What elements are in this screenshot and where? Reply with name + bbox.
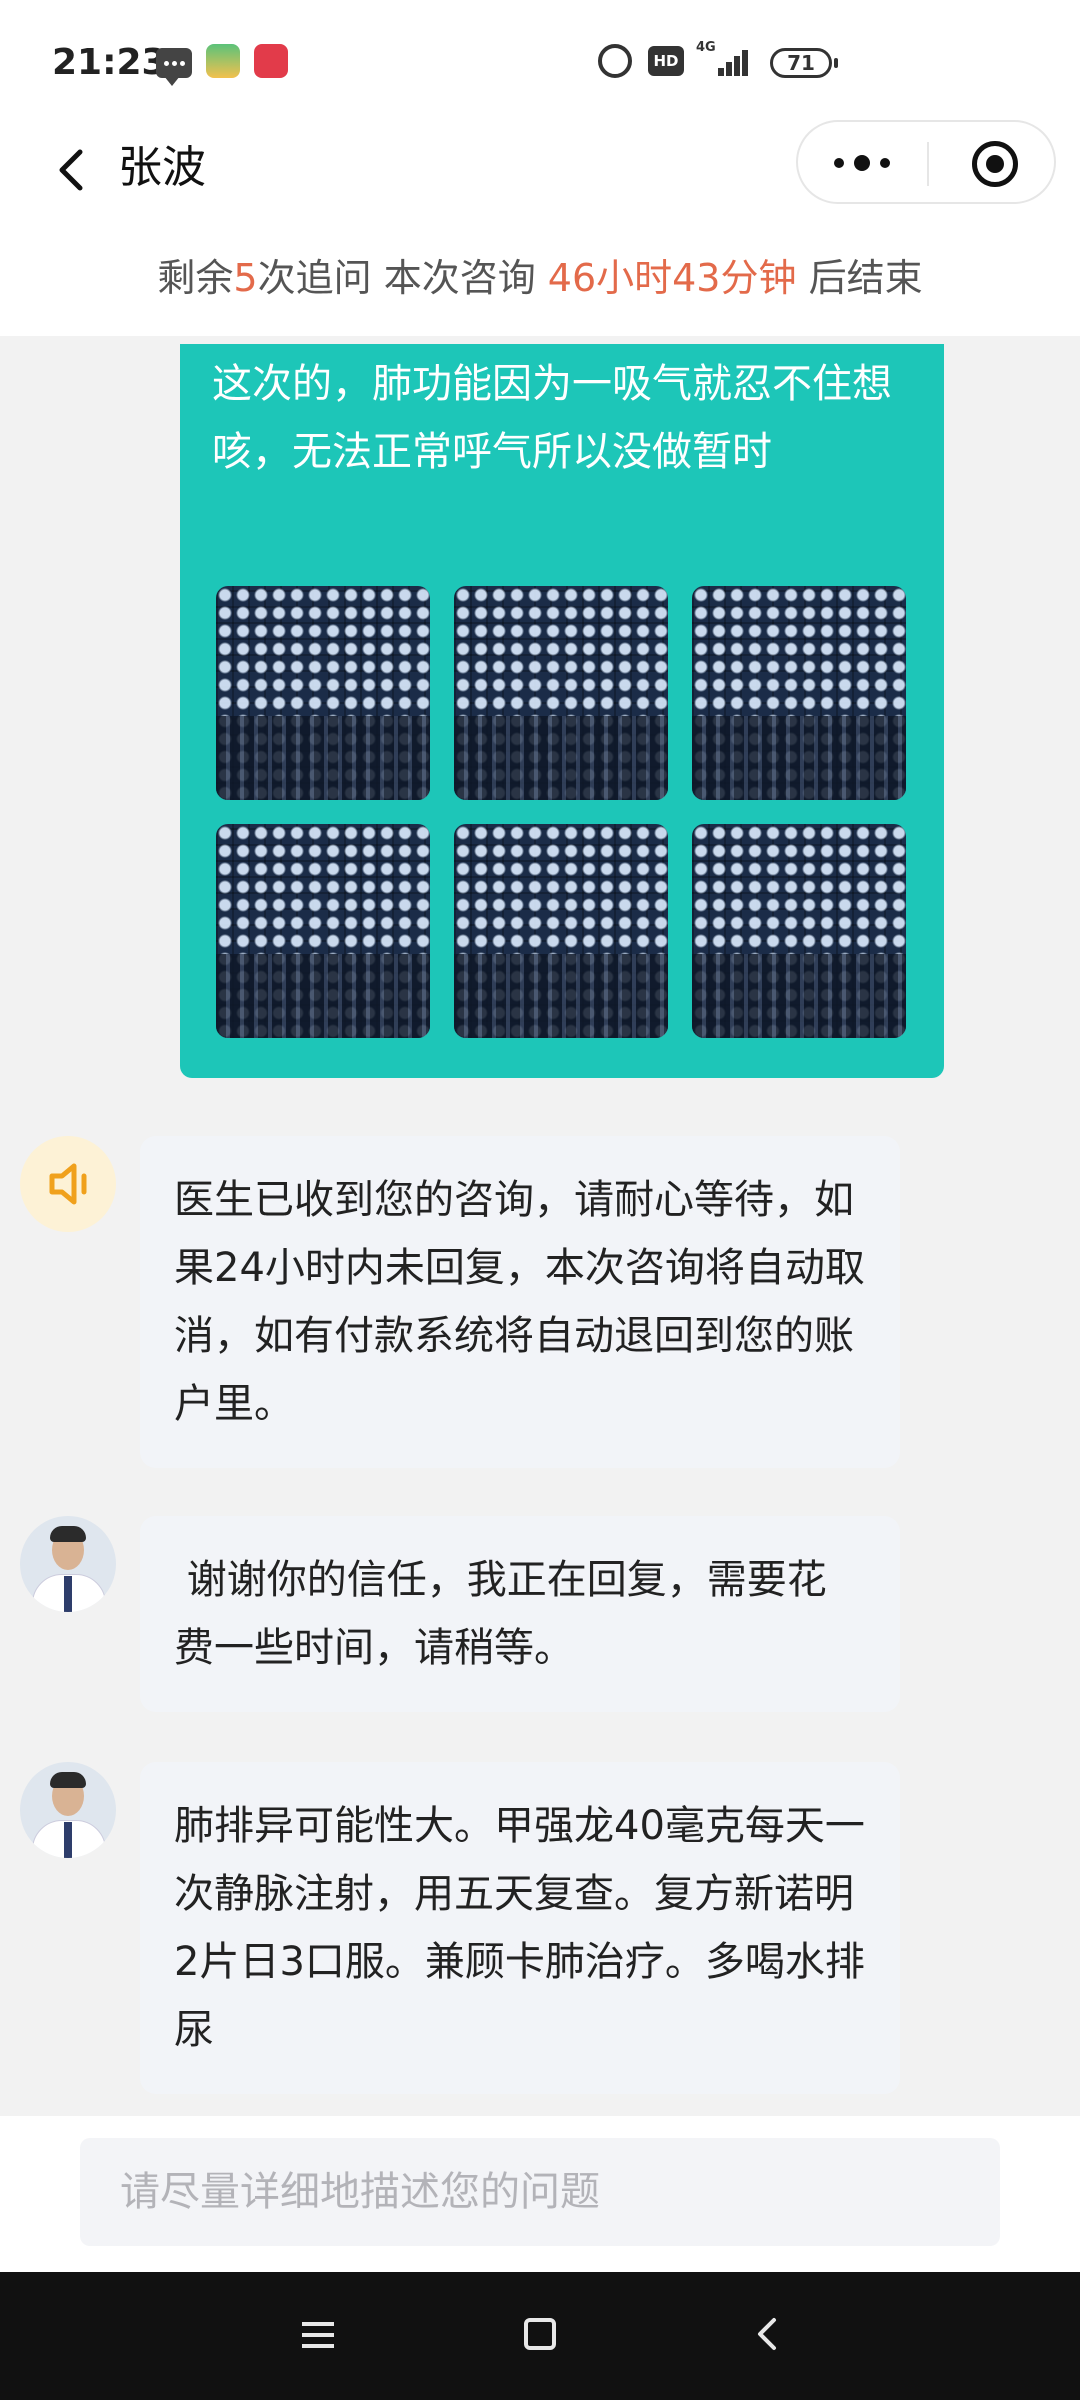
user-message-text: 这次的，肺功能因为一吸气就忍不住想咳，无法正常呼气所以没做暂时 [212,361,892,475]
red-app-notification-icon [254,44,288,78]
question-input[interactable]: 请尽量详细地描述您的问题 [80,2138,1000,2246]
doctor-message-bubble: 谢谢你的信任，我正在回复，需要花费一些时间，请稍等。 [140,1516,900,1712]
ct-scan-image[interactable] [454,824,668,1038]
status-time: 21:23 [52,42,167,83]
message-notification-icon [156,48,192,86]
system-avatar [20,1136,116,1232]
page-title: 张波 [118,142,206,193]
remaining-prefix: 剩余 [157,256,234,300]
ct-scan-image[interactable] [692,824,906,1038]
ct-scan-image[interactable] [454,586,668,800]
system-back-icon[interactable] [748,2314,788,2354]
doctor-message-bubble: 肺排异可能性大。甲强龙40毫克每天一次静脉注射，用五天复查。复方新诺明2片日3口… [140,1762,900,2094]
time-remaining: 46小时43分钟 [547,256,797,300]
consult-middle-text: 次追问 本次咨询 [257,256,548,300]
capsule-divider [927,142,929,186]
chat-messages[interactable]: 这次的，肺功能因为一吸气就忍不住想咳，无法正常呼气所以没做暂时 医生已收到您的咨… [0,336,1080,2116]
alarm-icon [598,44,632,78]
speaker-icon [49,1163,87,1205]
system-notice-text: 医生已收到您的咨询，请耐心等待，如果24小时内未回复，本次咨询将自动取消，如有付… [174,1177,865,1427]
mini-program-capsule [796,120,1056,204]
input-bar: 请尽量详细地描述您的问题 [0,2116,1080,2272]
app-notification-icon [206,44,240,78]
consultation-status: 剩余5次追问 本次咨询 46小时43分钟 后结束 [0,220,1080,336]
more-options-icon[interactable] [834,150,890,178]
consult-suffix-text: 后结束 [796,256,923,300]
system-notice-bubble: 医生已收到您的咨询，请耐心等待，如果24小时内未回复，本次咨询将自动取消，如有付… [140,1136,900,1468]
battery-indicator: 71 [770,48,838,78]
doctor-avatar[interactable] [20,1516,116,1612]
ct-scan-image[interactable] [692,586,906,800]
doctor-avatar[interactable] [20,1762,116,1858]
recent-apps-icon[interactable] [302,2320,334,2350]
status-bar: 21:23 HD 4G 71 [0,0,1080,120]
nav-bar: 张波 [0,120,1080,220]
user-message-bubble: 这次的，肺功能因为一吸气就忍不住想咳，无法正常呼气所以没做暂时 [180,344,944,1078]
close-mini-program-icon[interactable] [972,141,1018,187]
signal-icon [718,46,754,76]
home-icon[interactable] [524,2318,556,2350]
system-navigation-bar [0,2272,1080,2400]
doctor-message-text: 肺排异可能性大。甲强龙40毫克每天一次静脉注射，用五天复查。复方新诺明2片日3口… [174,1803,865,2053]
doctor-message-text: 谢谢你的信任，我正在回复，需要花费一些时间，请稍等。 [174,1557,827,1671]
remaining-count: 5 [233,256,258,300]
ct-scan-image[interactable] [216,824,430,1038]
back-arrow-icon[interactable] [44,140,104,200]
network-type: 4G [696,40,716,55]
hd-icon: HD [648,46,684,76]
ct-scan-image[interactable] [216,586,430,800]
